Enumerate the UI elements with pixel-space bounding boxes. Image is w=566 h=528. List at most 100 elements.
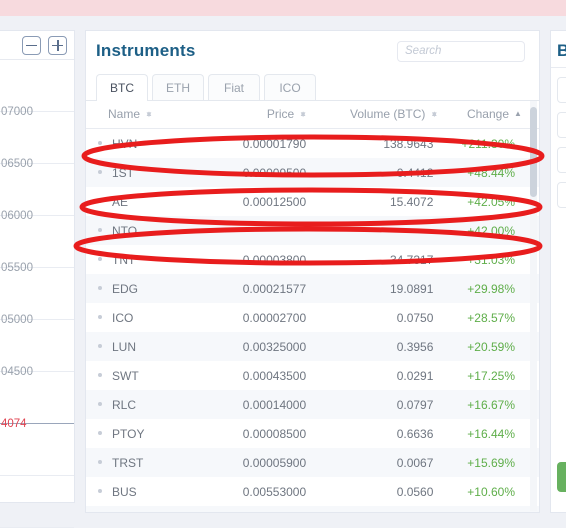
chart-axis-row: 04500 xyxy=(0,320,74,378)
column-header-price-label: Price xyxy=(266,107,295,121)
search-input[interactable] xyxy=(397,40,525,62)
instrument-name: TNT xyxy=(112,252,136,267)
cell-price: 0.00002700 xyxy=(242,310,307,325)
tab-btc[interactable]: BTC xyxy=(96,74,148,101)
favorite-dot-icon[interactable] xyxy=(98,286,102,291)
cell-price xyxy=(198,216,322,245)
cell-volume: 0.0560 xyxy=(396,484,434,499)
tab-eth[interactable]: ETH xyxy=(152,74,204,100)
zoom-out-button[interactable] xyxy=(22,35,41,55)
order-field-total[interactable] xyxy=(557,147,566,173)
table-row[interactable]: TNT 0.00003800 34.7317 +31.03% xyxy=(86,245,539,274)
instrument-name: SWT xyxy=(112,368,139,383)
favorite-dot-icon[interactable] xyxy=(98,315,102,320)
table-row[interactable]: RLC 0.00014000 0.0797 +16.67% xyxy=(86,390,539,419)
favorite-dot-icon[interactable] xyxy=(98,199,102,204)
favorite-dot-icon[interactable] xyxy=(98,170,102,175)
cell-price: 0.00021577 xyxy=(242,281,307,296)
table-row[interactable]: EDG 0.00021577 19.0891 +29.98% xyxy=(86,274,539,303)
order-field-extra[interactable] xyxy=(557,182,566,208)
chart-axis-row: 05000 xyxy=(0,268,74,326)
favorite-dot-icon[interactable] xyxy=(98,402,102,407)
table-row[interactable]: ICO 0.00002700 0.0750 +28.57% xyxy=(86,303,539,332)
cell-price: 0.00099989 xyxy=(198,506,322,512)
instrument-name: BUS xyxy=(112,484,137,499)
divider xyxy=(551,67,566,68)
table-row[interactable]: HVN 0.00001790 138.9643 +211.30% xyxy=(86,128,539,159)
column-header-volume[interactable]: Volume (BTC) ▲ ▼ xyxy=(322,101,450,129)
cell-price: 0.00014000 xyxy=(242,397,307,412)
cell-volume: 0.0291 xyxy=(396,368,434,383)
column-header-change-label: Change xyxy=(466,107,509,121)
instrument-name: AE xyxy=(112,194,129,209)
cell-name: 1ST xyxy=(86,158,198,187)
instrument-name: PTOY xyxy=(112,426,145,441)
cell-price: 0.00325000 xyxy=(242,339,307,354)
cell-name: NTO xyxy=(86,216,198,245)
column-header-price[interactable]: Price ▲ ▼ xyxy=(197,101,323,129)
favorite-dot-icon[interactable] xyxy=(98,489,102,494)
column-header-name-label: Name xyxy=(108,107,141,121)
favorite-dot-icon[interactable] xyxy=(98,141,102,146)
cell-price: 0.00003800 xyxy=(242,252,307,267)
cell-price: 0.00005900 xyxy=(242,455,307,470)
favorite-dot-icon[interactable] xyxy=(98,228,102,233)
sort-chevron-icon: ▲ ▼ xyxy=(145,108,153,119)
cell-volume xyxy=(322,216,449,245)
cell-change: +16.44% xyxy=(467,426,515,441)
cell-price: 0.00553000 xyxy=(242,484,307,499)
cell-change: +15.69% xyxy=(467,455,515,470)
favorite-dot-icon[interactable] xyxy=(98,373,102,378)
cell-name: TRST xyxy=(86,448,198,477)
table-row[interactable]: TAAS0.000999890.4800+10.49% xyxy=(86,506,539,512)
table-row[interactable]: PTOY 0.00008500 0.6636 +16.44% xyxy=(86,419,539,448)
chart-axis-row xyxy=(0,476,74,528)
cell-volume: 19.0891 xyxy=(390,281,434,296)
favorite-dot-icon[interactable] xyxy=(98,257,102,262)
cell-name: PTOY xyxy=(86,419,198,448)
cell-name: ICO xyxy=(86,303,198,332)
order-submit-button[interactable] xyxy=(557,462,566,492)
order-field-price[interactable] xyxy=(557,112,566,138)
tab-bar: BTC ETH Fiat ICO xyxy=(86,71,539,101)
table-row[interactable]: LUN 0.00325000 0.3956 +20.59% xyxy=(86,332,539,361)
cell-change: +17.25% xyxy=(467,368,515,383)
column-header-change[interactable]: Change ▲ xyxy=(449,101,539,129)
table-scrollbar-thumb[interactable] xyxy=(530,107,537,197)
table-row[interactable]: TRST 0.00005900 0.0067 +15.69% xyxy=(86,448,539,477)
cell-name: TNT xyxy=(86,245,198,274)
instruments-table-body: HVN 0.00001790 138.9643 +211.30% 1ST 0.000095… xyxy=(86,128,539,512)
cell-change: +20.59% xyxy=(467,339,515,354)
favorite-dot-icon[interactable] xyxy=(98,431,102,436)
cell-volume: 0.0750 xyxy=(396,310,434,325)
tab-ico[interactable]: ICO xyxy=(264,74,316,100)
table-header-row: Name ▲ ▼ Price ▲ ▼ Volume (BTC) ▲ ▼ Chan… xyxy=(86,101,539,129)
favorite-dot-icon[interactable] xyxy=(98,344,102,349)
instrument-name: TRST xyxy=(112,455,144,470)
cell-change: +10.49% xyxy=(449,506,539,512)
cell-name: RLC xyxy=(86,390,198,419)
alert-banner xyxy=(0,0,566,16)
cell-volume: 0.4412 xyxy=(396,165,434,180)
table-row[interactable]: BUS 0.00553000 0.0560 +10.60% xyxy=(86,477,539,506)
table-row[interactable]: SWT 0.00043500 0.0291 +17.25% xyxy=(86,361,539,390)
order-field-amount[interactable] xyxy=(557,77,566,103)
cell-name: HVN xyxy=(86,129,198,159)
panel-header: Instruments xyxy=(86,31,539,71)
table-row[interactable]: AE 0.00012500 15.4072 +42.05% xyxy=(86,187,539,216)
zoom-in-button[interactable] xyxy=(48,35,67,55)
cell-volume: 15.4072 xyxy=(390,194,434,209)
column-header-name[interactable]: Name ▲ ▼ xyxy=(86,101,198,129)
instrument-name: 1ST xyxy=(112,165,135,180)
table-row[interactable]: NTO +42.00% xyxy=(86,216,539,245)
cell-volume: 0.6636 xyxy=(396,426,434,441)
cell-change: +48.44% xyxy=(467,165,515,180)
table-row[interactable]: 1ST 0.00009500 0.4412 +48.44% xyxy=(86,158,539,187)
sort-chevron-up-icon: ▲ xyxy=(514,108,522,118)
cell-name: TAAS xyxy=(86,506,198,512)
cell-change: +16.67% xyxy=(467,397,515,412)
favorite-dot-icon[interactable] xyxy=(98,460,102,465)
page-title: Instruments xyxy=(96,41,196,60)
tab-fiat[interactable]: Fiat xyxy=(208,74,260,100)
cell-price: 0.00043500 xyxy=(242,368,307,383)
